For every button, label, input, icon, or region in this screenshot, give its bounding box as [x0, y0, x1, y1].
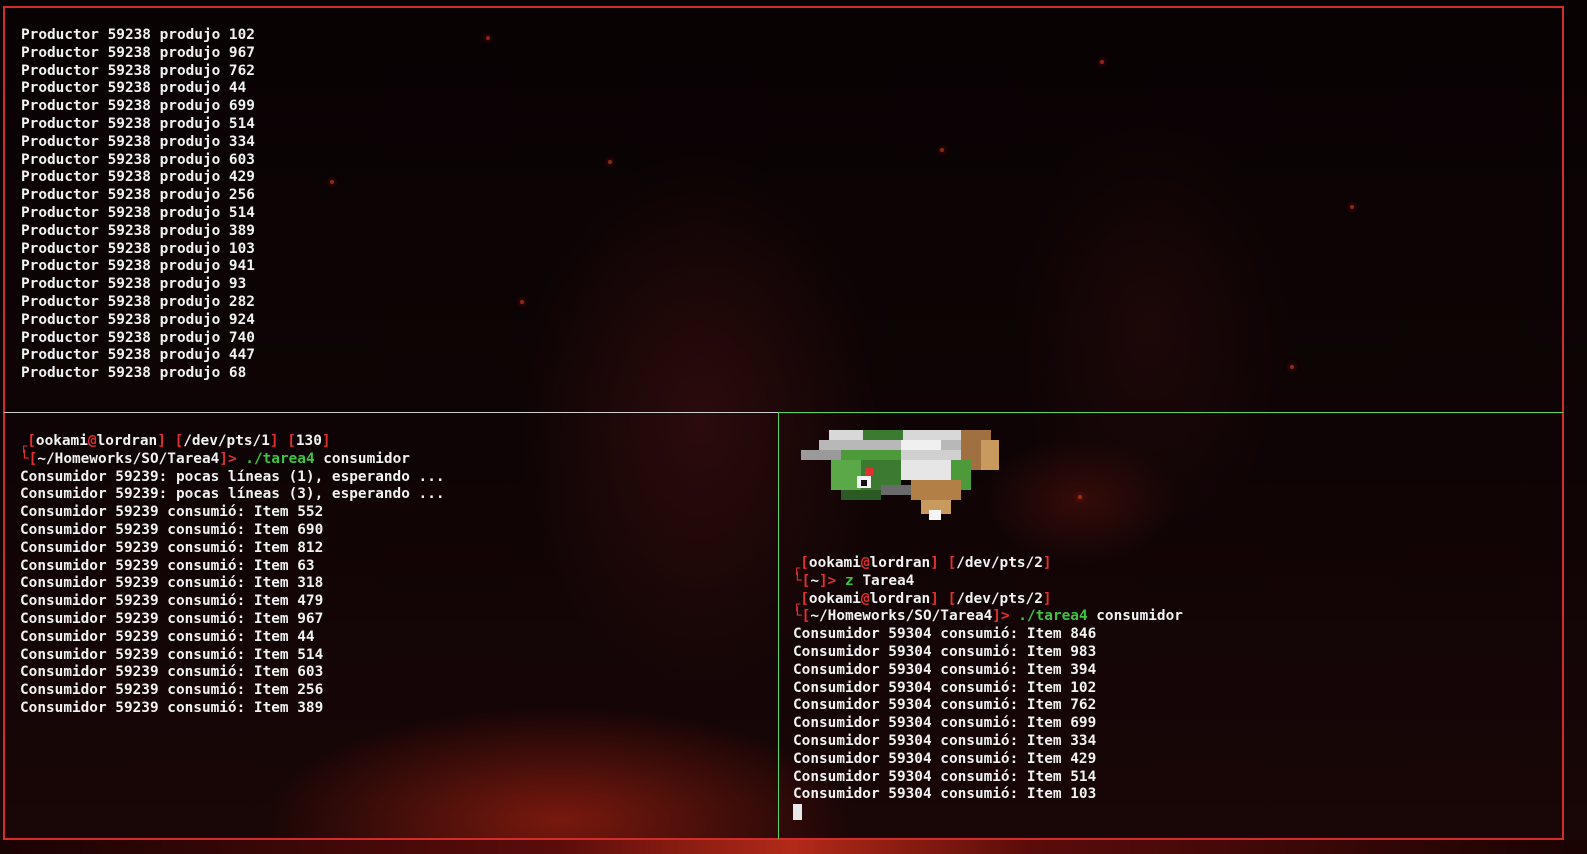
producer-line: Productor 59238 produjo 967 — [21, 44, 255, 61]
consumer-line: Consumidor 59239 consumió: Item 514 — [20, 646, 324, 663]
prompt1-line-1: ┌[ookami@lordran] [/dev/pts/2] — [793, 555, 1052, 575]
prompt2-line-1: ┌[ookami@lordran] [/dev/pts/2] — [793, 590, 1052, 611]
producer-line: Productor 59238 produjo 514 — [21, 115, 255, 132]
producer-line: Productor 59238 produjo 740 — [21, 329, 255, 346]
consumer-line: Consumidor 59239 consumió: Item 63 — [20, 557, 315, 574]
producer-line: Productor 59238 produjo 256 — [21, 187, 255, 204]
producer-line: Productor 59238 produjo 389 — [21, 222, 255, 239]
consumer-line: Consumidor 59304 consumió: Item 983 — [793, 643, 1097, 660]
consumer-line: Consumidor 59239 consumió: Item 967 — [20, 610, 324, 627]
producer-line: Productor 59238 produjo 924 — [21, 311, 255, 328]
terminal-cursor — [793, 804, 802, 821]
consumer-line: Consumidor 59304 consumió: Item 103 — [793, 786, 1097, 803]
prompt2-line-2: └[~/Homeworks/SO/Tarea4]> ./tarea4 consu… — [793, 608, 1183, 625]
consumer-line: Consumidor 59239: pocas líneas (3), espe… — [20, 486, 445, 503]
consumer-line: Consumidor 59239 consumió: Item 44 — [20, 628, 315, 645]
consumer-line: Consumidor 59239: pocas líneas (1), espe… — [20, 468, 445, 485]
producer-line: Productor 59238 produjo 334 — [21, 133, 255, 150]
terminal-pane-consumer-1[interactable]: ┌[ookami@lordran] [/dev/pts/1] [130] └[~… — [3, 412, 778, 840]
consumer-line: Consumidor 59304 consumió: Item 394 — [793, 661, 1097, 678]
consumer-line: Consumidor 59239 consumió: Item 812 — [20, 539, 324, 556]
prompt-line-1: ┌[ookami@lordran] [/dev/pts/1] [130] — [20, 433, 331, 453]
producer-line: Productor 59238 produjo 941 — [21, 258, 255, 275]
terminal-pane-consumer-2[interactable]: ┌[ookami@lordran] [/dev/pts/2] └[~]> z T… — [778, 412, 1564, 840]
consumer-line: Consumidor 59239 consumió: Item 479 — [20, 593, 324, 610]
consumer-2-output: ┌[ookami@lordran] [/dev/pts/2] └[~]> z T… — [793, 555, 1183, 822]
producer-line: Productor 59238 produjo 44 — [21, 80, 247, 97]
producer-line: Productor 59238 produjo 102 — [21, 27, 255, 43]
producer-line: Productor 59238 produjo 447 — [21, 347, 255, 364]
producer-line: Productor 59238 produjo 699 — [21, 98, 255, 115]
consumer-line: Consumidor 59304 consumió: Item 102 — [793, 679, 1097, 696]
producer-line: Productor 59238 produjo 514 — [21, 204, 255, 221]
consumer-1-output: ┌[ookami@lordran] [/dev/pts/1] [130] └[~… — [20, 433, 445, 718]
consumer-line: Consumidor 59239 consumió: Item 318 — [20, 575, 324, 592]
consumer-line: Consumidor 59239 consumió: Item 552 — [20, 504, 324, 521]
terminal-pane-producer[interactable]: Productor 59238 produjo 102 Productor 592… — [3, 6, 1564, 412]
consumer-line: Consumidor 59304 consumió: Item 514 — [793, 768, 1097, 785]
consumer-line: Consumidor 59304 consumió: Item 429 — [793, 750, 1097, 767]
producer-line: Productor 59238 produjo 68 — [21, 365, 247, 382]
prompt1-line-2: └[~]> z Tarea4 — [793, 572, 915, 589]
terminal-cursor-line[interactable] — [793, 804, 1183, 822]
consumer-line: Consumidor 59239 consumió: Item 603 — [20, 664, 324, 681]
consumer-line: Consumidor 59239 consumió: Item 690 — [20, 521, 324, 538]
producer-line: Productor 59238 produjo 103 — [21, 240, 255, 257]
pokemon-sprite-icon — [801, 430, 999, 520]
producer-line: Productor 59238 produjo 603 — [21, 151, 255, 168]
producer-output: Productor 59238 produjo 102 Productor 592… — [21, 27, 255, 383]
consumer-line: Consumidor 59304 consumió: Item 762 — [793, 697, 1097, 714]
consumer-line: Consumidor 59239 consumió: Item 256 — [20, 682, 324, 699]
consumer-line: Consumidor 59304 consumió: Item 699 — [793, 715, 1097, 732]
wallpaper-bottom-strip — [0, 840, 1587, 854]
producer-line: Productor 59238 produjo 93 — [21, 276, 247, 293]
producer-line: Productor 59238 produjo 429 — [21, 169, 255, 186]
consumer-line: Consumidor 59239 consumió: Item 389 — [20, 699, 324, 716]
consumer-line: Consumidor 59304 consumió: Item 846 — [793, 626, 1097, 643]
producer-line: Productor 59238 produjo 762 — [21, 62, 255, 79]
consumer-line: Consumidor 59304 consumió: Item 334 — [793, 732, 1097, 749]
producer-line: Productor 59238 produjo 282 — [21, 293, 255, 310]
prompt-line-2: └[~/Homeworks/SO/Tarea4]> ./tarea4 consu… — [20, 450, 410, 467]
